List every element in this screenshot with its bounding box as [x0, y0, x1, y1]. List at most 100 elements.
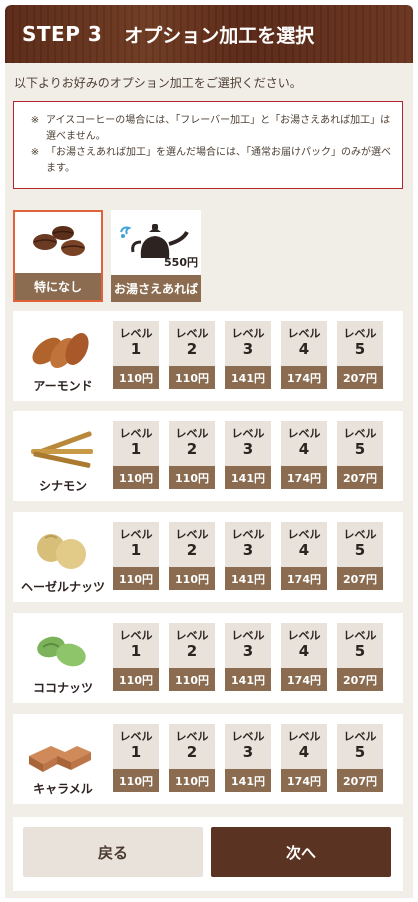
level-word: レベル: [119, 528, 153, 541]
level-word: レベル: [175, 629, 209, 642]
page-frame: STEP 3 オプション加工を選択 以下よりお好みのオプション加工をご選択くださ…: [5, 5, 413, 898]
level-button-3[interactable]: レベル 3 141円: [225, 623, 271, 691]
flavor-row-hazelnut: ヘーゼルナッツ レベル 1 110円 レベル 2 110円 レベル 3 141円 レベル 4 1…: [13, 512, 403, 602]
level-button-3[interactable]: レベル 3 141円: [225, 421, 271, 489]
level-group: レベル 1 110円 レベル 2 110円 レベル 3 141円 レベル 4 174円 レベル 5…: [113, 522, 383, 590]
notes-box: ※ アイスコーヒーの場合には、「フレーバー加工」と「お湯さえあれば加工」は 選べ…: [13, 101, 403, 189]
level-button-5[interactable]: レベル 5 207円: [337, 623, 383, 691]
level-number: 1: [130, 642, 142, 660]
coconut-icon: [37, 636, 86, 667]
level-price: 110円: [169, 769, 215, 792]
level-button-4[interactable]: レベル 4 174円: [281, 421, 327, 489]
level-word: レベル: [119, 730, 153, 743]
level-button-4[interactable]: レベル 4 174円: [281, 321, 327, 389]
level-button-5[interactable]: レベル 5 207円: [337, 421, 383, 489]
level-price: 174円: [281, 769, 327, 792]
level-word: レベル: [175, 427, 209, 440]
level-price: 174円: [281, 567, 327, 590]
next-button[interactable]: 次へ: [211, 827, 391, 877]
level-word: レベル: [287, 629, 321, 642]
flavor-row-coconut: ココナッツ レベル 1 110円 レベル 2 110円 レベル 3 141円 レベル 4 174…: [13, 613, 403, 703]
level-number: 5: [354, 440, 366, 458]
level-group: レベル 1 110円 レベル 2 110円 レベル 3 141円 レベル 4 174円 レベル 5…: [113, 421, 383, 489]
level-word: レベル: [175, 528, 209, 541]
level-number: 3: [242, 340, 254, 358]
note-line: ます。: [46, 163, 75, 174]
level-price: 110円: [113, 466, 159, 489]
level-button-2[interactable]: レベル 2 110円: [169, 724, 215, 792]
level-word: レベル: [231, 327, 265, 340]
level-button-2[interactable]: レベル 2 110円: [169, 421, 215, 489]
level-price: 207円: [337, 567, 383, 590]
level-number: 4: [298, 440, 310, 458]
level-price: 141円: [225, 567, 271, 590]
level-price: 110円: [113, 567, 159, 590]
level-button-4[interactable]: レベル 4 174円: [281, 724, 327, 792]
page-title: オプション加工を選択: [124, 24, 315, 47]
level-word: レベル: [231, 629, 265, 642]
level-button-1[interactable]: レベル 1 110円: [113, 321, 159, 389]
level-button-1[interactable]: レベル 1 110円: [113, 421, 159, 489]
level-price: 110円: [169, 567, 215, 590]
level-button-2[interactable]: レベル 2 110円: [169, 623, 215, 691]
option-hot-water[interactable]: 550円 お湯さえあれば: [111, 210, 201, 302]
level-button-5[interactable]: レベル 5 207円: [337, 724, 383, 792]
level-price: 141円: [225, 668, 271, 691]
level-number: 2: [186, 743, 198, 761]
level-button-1[interactable]: レベル 1 110円: [113, 623, 159, 691]
option-none-label: 特になし: [15, 273, 101, 300]
level-group: レベル 1 110円 レベル 2 110円 レベル 3 141円 レベル 4 174円 レベル 5…: [113, 623, 383, 691]
level-button-1[interactable]: レベル 1 110円: [113, 522, 159, 590]
intro-text: 以下よりお好みのオプション加工をご選択ください。: [14, 76, 302, 90]
note-line: アイスコーヒーの場合には、「フレーバー加工」と「お湯さえあれば加工」は: [46, 115, 391, 126]
caramel-icon: [29, 746, 91, 772]
option-price: 550円: [164, 256, 198, 269]
level-price: 141円: [225, 366, 271, 389]
level-price: 174円: [281, 366, 327, 389]
flavor-name: キャラメル: [33, 782, 93, 796]
level-button-5[interactable]: レベル 5 207円: [337, 522, 383, 590]
level-number: 1: [130, 340, 142, 358]
level-price: 174円: [281, 668, 327, 691]
option-none[interactable]: 特になし: [13, 210, 103, 302]
level-word: レベル: [343, 427, 377, 440]
level-number: 4: [298, 642, 310, 660]
step-number: STEP 3: [22, 22, 103, 46]
level-button-3[interactable]: レベル 3 141円: [225, 724, 271, 792]
level-price: 110円: [113, 769, 159, 792]
level-word: レベル: [343, 629, 377, 642]
level-word: レベル: [343, 528, 377, 541]
flavor-name: アーモンド: [33, 379, 93, 393]
level-number: 5: [354, 642, 366, 660]
level-word: レベル: [231, 427, 265, 440]
level-button-2[interactable]: レベル 2 110円: [169, 522, 215, 590]
level-group: レベル 1 110円 レベル 2 110円 レベル 3 141円 レベル 4 174円 レベル 5…: [113, 321, 383, 389]
note-item: ※ 「お湯さえあれば加工」を選んだ場合には、「通常お届けパック」のみが選べ ます…: [24, 145, 392, 177]
note-mark: ※: [30, 147, 40, 158]
level-number: 2: [186, 642, 198, 660]
level-button-4[interactable]: レベル 4 174円: [281, 623, 327, 691]
level-price: 207円: [337, 366, 383, 389]
level-number: 4: [298, 340, 310, 358]
footer-nav: 戻る 次へ: [13, 817, 403, 891]
level-button-3[interactable]: レベル 3 141円: [225, 522, 271, 590]
level-word: レベル: [287, 528, 321, 541]
option-choices: 特になし 550円 お湯さえあれば: [13, 210, 201, 302]
level-button-3[interactable]: レベル 3 141円: [225, 321, 271, 389]
back-button[interactable]: 戻る: [23, 827, 203, 877]
flavor-row-almond: アーモンド レベル 1 110円 レベル 2 110円 レベル 3 141円 レベル 4 174…: [13, 311, 403, 401]
hazelnut-icon: [37, 534, 86, 569]
level-number: 1: [130, 440, 142, 458]
flavor-row-caramel: キャラメル レベル 1 110円 レベル 2 110円 レベル 3 141円 レベル 4 174…: [13, 714, 403, 804]
level-button-5[interactable]: レベル 5 207円: [337, 321, 383, 389]
flavor-name: シナモン: [38, 479, 87, 493]
note-line: 選べません。: [46, 131, 106, 142]
level-button-1[interactable]: レベル 1 110円: [113, 724, 159, 792]
almond-icon: [32, 333, 89, 369]
level-button-4[interactable]: レベル 4 174円: [281, 522, 327, 590]
level-word: レベル: [119, 327, 153, 340]
level-price: 110円: [169, 466, 215, 489]
level-button-2[interactable]: レベル 2 110円: [169, 321, 215, 389]
level-number: 3: [242, 440, 254, 458]
note-item: ※ アイスコーヒーの場合には、「フレーバー加工」と「お湯さえあれば加工」は 選べ…: [24, 113, 392, 145]
